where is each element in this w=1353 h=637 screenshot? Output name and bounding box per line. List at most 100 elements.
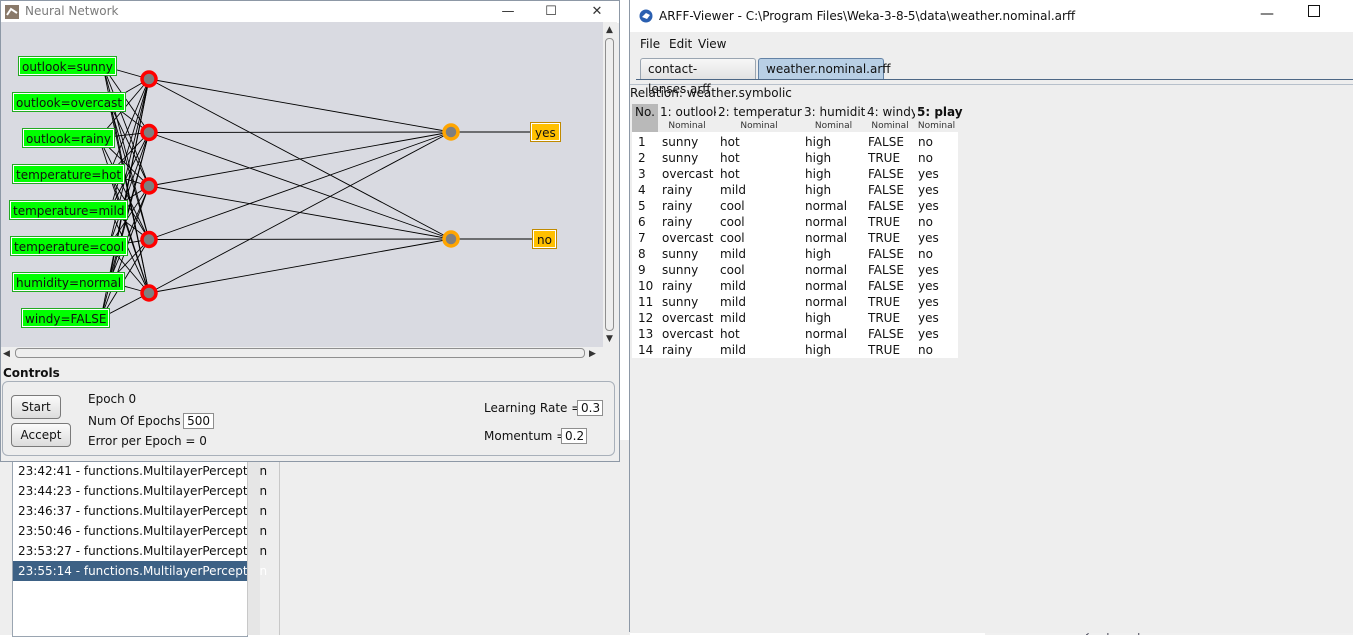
scroll-down-icon[interactable]: ▼	[606, 334, 613, 344]
row-number-cell[interactable]: 3	[638, 166, 646, 182]
table-cell[interactable]: normal	[805, 326, 847, 342]
history-item[interactable]: 23:46:37 - functions.MultilayerPerceptro…	[13, 501, 267, 521]
table-cell[interactable]: yes	[918, 230, 939, 246]
history-item[interactable]: 23:44:23 - functions.MultilayerPerceptro…	[13, 481, 267, 501]
num-epochs-input[interactable]: 500	[183, 413, 214, 429]
table-cell[interactable]: overcast	[662, 166, 713, 182]
scroll-left-icon[interactable]: ◀	[3, 349, 10, 359]
column-header[interactable]: 3: humidity Nominal	[802, 104, 872, 132]
table-cell[interactable]: normal	[805, 278, 847, 294]
table-cell[interactable]: normal	[805, 198, 847, 214]
table-cell[interactable]: overcast	[662, 230, 713, 246]
table-cell[interactable]: FALSE	[868, 246, 904, 262]
hidden-node[interactable]	[140, 230, 158, 249]
table-cell[interactable]: yes	[918, 326, 939, 342]
row-number-cell[interactable]: 1	[638, 134, 646, 150]
table-cell[interactable]: high	[805, 134, 831, 150]
table-cell[interactable]: sunny	[662, 134, 698, 150]
hidden-node[interactable]	[140, 123, 158, 142]
table-cell[interactable]: FALSE	[868, 198, 904, 214]
output-class-label[interactable]: no	[532, 229, 557, 249]
table-cell[interactable]: yes	[918, 262, 939, 278]
column-header[interactable]: No.	[632, 104, 658, 132]
row-number-cell[interactable]: 9	[638, 262, 646, 278]
table-cell[interactable]: hot	[720, 326, 740, 342]
tab-weather-nominal[interactable]: weather.nominal.arff	[758, 58, 891, 80]
minimize-icon[interactable]: —	[1260, 6, 1274, 22]
table-cell[interactable]: sunny	[662, 150, 698, 166]
network-canvas[interactable]: outlook=sunny outlook=overcast outlook=rai…	[1, 22, 603, 347]
table-cell[interactable]: rainy	[662, 278, 692, 294]
table-cell[interactable]: mild	[720, 246, 746, 262]
canvas-vertical-scrollbar[interactable]: ▲ ▼	[603, 22, 617, 347]
table-cell[interactable]: high	[805, 310, 831, 326]
table-cell[interactable]: mild	[720, 342, 746, 358]
hidden-node[interactable]	[140, 70, 158, 88]
nn-maximize-icon[interactable]: ☐	[528, 1, 574, 23]
table-cell[interactable]: hot	[720, 134, 740, 150]
table-cell[interactable]: FALSE	[868, 262, 904, 278]
table-cell[interactable]: cool	[720, 262, 745, 278]
table-cell[interactable]: high	[805, 166, 831, 182]
menu-file[interactable]: File	[640, 37, 660, 51]
table-cell[interactable]: no	[918, 246, 933, 262]
menu-edit[interactable]: Edit	[669, 37, 692, 51]
table-cell[interactable]: high	[805, 246, 831, 262]
row-number-cell[interactable]: 11	[638, 294, 653, 310]
table-cell[interactable]: TRUE	[868, 310, 900, 326]
canvas-horizontal-scrollbar[interactable]: ◀ ▶	[1, 347, 603, 360]
history-item[interactable]: 23:55:14 - functions.MultilayerPerceptro…	[13, 561, 267, 581]
row-number-cell[interactable]: 4	[638, 182, 646, 198]
table-cell[interactable]: cool	[720, 198, 745, 214]
column-header[interactable]: 4: windy Nominal	[865, 104, 918, 132]
table-cell[interactable]: high	[805, 342, 831, 358]
table-cell[interactable]: TRUE	[868, 342, 900, 358]
table-cell[interactable]: FALSE	[868, 326, 904, 342]
table-cell[interactable]: hot	[720, 166, 740, 182]
row-number-cell[interactable]: 6	[638, 214, 646, 230]
row-number-cell[interactable]: 10	[638, 278, 653, 294]
learning-rate-input[interactable]: 0.3	[577, 400, 603, 416]
table-cell[interactable]: mild	[720, 294, 746, 310]
table-cell[interactable]: rainy	[662, 214, 692, 230]
column-header[interactable]: 5: play Nominal	[915, 104, 963, 132]
column-header[interactable]: 2: temperature Nominal	[716, 104, 809, 132]
table-cell[interactable]: cool	[720, 214, 745, 230]
row-number-cell[interactable]: 5	[638, 198, 646, 214]
table-cell[interactable]: hot	[720, 150, 740, 166]
table-cell[interactable]: cool	[720, 230, 745, 246]
input-node-label[interactable]: humidity=normal	[11, 272, 126, 292]
output-class-label[interactable]: yes	[530, 122, 561, 142]
history-item[interactable]: 23:50:46 - functions.MultilayerPerceptro…	[13, 521, 267, 541]
result-history-list[interactable]: 23:42:41 - functions.MultilayerPerceptro…	[12, 455, 267, 637]
table-cell[interactable]: rainy	[662, 198, 692, 214]
table-cell[interactable]: sunny	[662, 262, 698, 278]
input-node-label[interactable]: temperature=cool	[9, 236, 129, 256]
horizontal-scroll-thumb[interactable]	[15, 348, 585, 358]
table-cell[interactable]: no	[918, 214, 933, 230]
table-cell[interactable]: high	[805, 150, 831, 166]
input-node-label[interactable]: outlook=overcast	[11, 92, 127, 112]
table-cell[interactable]: normal	[805, 214, 847, 230]
table-cell[interactable]: mild	[720, 278, 746, 294]
table-cell[interactable]: TRUE	[868, 214, 900, 230]
hidden-node[interactable]	[140, 177, 158, 195]
table-cell[interactable]: yes	[918, 310, 939, 326]
momentum-input[interactable]: 0.2	[561, 428, 587, 444]
table-cell[interactable]: sunny	[662, 246, 698, 262]
row-number-cell[interactable]: 2	[638, 150, 646, 166]
tab-contact-lenses[interactable]: contact-lenses.arff	[640, 58, 756, 96]
scroll-up-icon[interactable]: ▲	[606, 25, 613, 35]
table-cell[interactable]: FALSE	[868, 278, 904, 294]
table-cell[interactable]: yes	[918, 294, 939, 310]
history-scrollbar[interactable]	[247, 455, 260, 635]
row-number-cell[interactable]: 14	[638, 342, 653, 358]
input-node-label[interactable]: windy=FALSE	[20, 308, 111, 328]
history-item[interactable]: 23:53:27 - functions.MultilayerPerceptro…	[13, 541, 267, 561]
start-button[interactable]: Start	[11, 395, 61, 419]
table-cell[interactable]: sunny	[662, 294, 698, 310]
table-cell[interactable]: normal	[805, 230, 847, 246]
table-cell[interactable]: overcast	[662, 326, 713, 342]
input-node-label[interactable]: temperature=mild	[8, 200, 129, 220]
row-number-cell[interactable]: 12	[638, 310, 653, 326]
